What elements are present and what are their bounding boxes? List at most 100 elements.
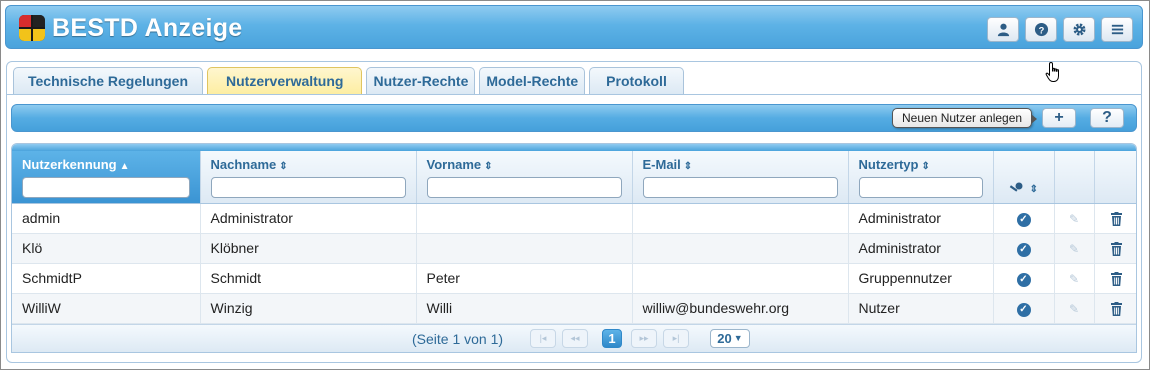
- filter-nachname-input[interactable]: [210, 177, 406, 198]
- menu-button[interactable]: [1101, 17, 1133, 42]
- check-circle-icon: ✓: [1016, 303, 1031, 317]
- column-header-nutzerkennung[interactable]: Nutzerkennung ▲: [12, 151, 201, 204]
- tooltip-text: Neuen Nutzer anlegen: [902, 111, 1023, 125]
- pencil-icon[interactable]: ✎: [1069, 212, 1079, 226]
- cell-nutzertyp: Administrator: [848, 233, 994, 264]
- prev-page-button[interactable]: ◂◂: [562, 328, 588, 348]
- column-header-delete: [1094, 151, 1136, 204]
- menu-icon: [1111, 24, 1123, 35]
- check-circle-icon: ✓: [1016, 273, 1031, 287]
- cell-edit[interactable]: ✎: [1054, 293, 1095, 324]
- sort-icon: ⇕: [683, 161, 693, 172]
- svg-text:?: ?: [1038, 25, 1044, 35]
- key-icon: [1009, 182, 1023, 192]
- cell-nachname: Klöbner: [200, 233, 417, 264]
- tab-technische-regelungen[interactable]: Technische Regelungen: [13, 67, 203, 94]
- cell-vorname: Willi: [416, 293, 633, 324]
- cell-email: [632, 203, 849, 234]
- column-header-nutzertyp[interactable]: Nutzertyp ⇕: [848, 151, 994, 204]
- first-page-icon: |◂: [539, 332, 547, 343]
- cell-nachname: Administrator: [200, 203, 417, 234]
- app-window: BESTD Anzeige ? Technische Regelungen Nu…: [0, 0, 1150, 370]
- cell-rights[interactable]: ✓: [993, 263, 1055, 294]
- table-row[interactable]: SchmidtP Schmidt Peter Gruppennutzer ✓ ✎: [12, 263, 1136, 294]
- column-header-key[interactable]: ⇕: [993, 151, 1055, 204]
- cell-email: [632, 263, 849, 294]
- cell-edit[interactable]: ✎: [1054, 233, 1095, 264]
- filter-nutzerkennung-input[interactable]: [22, 177, 190, 198]
- page-size-select[interactable]: 20 ▼: [710, 328, 750, 348]
- cell-rights[interactable]: ✓: [993, 233, 1055, 264]
- trash-icon[interactable]: [1110, 270, 1123, 287]
- user-icon: [997, 23, 1009, 37]
- cell-edit[interactable]: ✎: [1054, 263, 1095, 294]
- filter-nutzertyp-input[interactable]: [858, 177, 983, 198]
- first-page-button[interactable]: |◂: [530, 328, 556, 348]
- help-icon: ?: [1034, 22, 1048, 37]
- cell-rights[interactable]: ✓: [993, 203, 1055, 234]
- cell-nutzerkennung: SchmidtP: [12, 263, 201, 294]
- help-button[interactable]: ?: [1025, 17, 1057, 42]
- pager-info: (Seite 1 von 1): [412, 330, 504, 347]
- tab-protokoll[interactable]: Protokoll: [589, 67, 684, 94]
- tab-strip: Technische Regelungen Nutzerverwaltung N…: [13, 67, 684, 95]
- trash-icon[interactable]: [1110, 300, 1123, 317]
- cell-nutzertyp: Nutzer: [848, 293, 994, 324]
- sort-asc-icon: ▲: [119, 161, 130, 172]
- cell-delete[interactable]: [1094, 233, 1136, 264]
- cell-edit[interactable]: ✎: [1054, 203, 1095, 234]
- grid-toolbar: Neuen Nutzer anlegen + ?: [11, 104, 1137, 132]
- pencil-icon[interactable]: ✎: [1069, 302, 1079, 316]
- cell-nachname: Schmidt: [200, 263, 417, 294]
- tab-panel: Technische Regelungen Nutzerverwaltung N…: [6, 61, 1142, 363]
- current-page-button[interactable]: 1: [602, 328, 622, 348]
- cell-nutzerkennung: Klö: [12, 233, 201, 264]
- cell-vorname: [416, 233, 633, 264]
- tab-nutzer-rechte[interactable]: Nutzer-Rechte: [366, 67, 476, 94]
- cell-delete[interactable]: [1094, 263, 1136, 294]
- settings-button[interactable]: [1063, 17, 1095, 42]
- add-user-button[interactable]: +: [1042, 108, 1076, 128]
- table-row[interactable]: admin Administrator Administrator ✓ ✎: [12, 203, 1136, 234]
- toolbar-help-button[interactable]: ?: [1090, 108, 1124, 128]
- cell-vorname: [416, 203, 633, 234]
- check-circle-icon: ✓: [1016, 243, 1031, 257]
- tab-nutzerverwaltung[interactable]: Nutzerverwaltung: [207, 67, 363, 94]
- next-page-icon: ▸▸: [639, 332, 649, 343]
- cell-nachname: Winzig: [200, 293, 417, 324]
- last-page-icon: ▸|: [672, 332, 680, 343]
- sort-icon: ⇕: [279, 161, 288, 172]
- column-header-edit: [1054, 151, 1095, 204]
- last-page-button[interactable]: ▸|: [663, 328, 689, 348]
- cell-delete[interactable]: [1094, 203, 1136, 234]
- app-header: BESTD Anzeige ?: [5, 5, 1143, 49]
- table-row[interactable]: WilliW Winzig Willi williw@bundeswehr.or…: [12, 293, 1136, 324]
- filter-email-input[interactable]: [642, 177, 838, 198]
- sort-icon: ⇕: [921, 161, 930, 172]
- cell-delete[interactable]: [1094, 293, 1136, 324]
- hand-cursor-icon: [1045, 61, 1059, 82]
- prev-page-icon: ◂◂: [570, 332, 580, 343]
- column-header-vorname[interactable]: Vorname ⇕: [416, 151, 633, 204]
- app-logo-icon: [19, 15, 45, 41]
- pager: (Seite 1 von 1) |◂ ◂◂ 1 ▸▸ ▸| 20 ▼: [12, 323, 1136, 352]
- tab-model-rechte[interactable]: Model-Rechte: [479, 67, 586, 94]
- user-table: Nutzerkennung ▲ Nachname ⇕ Vorname ⇕ E-M…: [11, 143, 1137, 353]
- cell-vorname: Peter: [416, 263, 633, 294]
- table-row[interactable]: Klö Klöbner Administrator ✓ ✎: [12, 233, 1136, 264]
- trash-icon[interactable]: [1110, 210, 1123, 227]
- cell-rights[interactable]: ✓: [993, 293, 1055, 324]
- next-page-button[interactable]: ▸▸: [631, 328, 657, 348]
- filter-vorname-input[interactable]: [426, 177, 622, 198]
- app-title: BESTD Anzeige: [52, 14, 243, 42]
- column-header-email[interactable]: E-Mail ⇕: [632, 151, 849, 204]
- gear-icon: [1072, 23, 1086, 36]
- add-user-tooltip: Neuen Nutzer anlegen: [892, 108, 1038, 128]
- pencil-icon[interactable]: ✎: [1069, 242, 1079, 256]
- pencil-icon[interactable]: ✎: [1069, 272, 1079, 286]
- trash-icon[interactable]: [1110, 240, 1123, 257]
- tab-divider: [7, 94, 1141, 95]
- cell-nutzertyp: Gruppennutzer: [848, 263, 994, 294]
- user-button[interactable]: [987, 17, 1019, 42]
- column-header-nachname[interactable]: Nachname ⇕: [200, 151, 417, 204]
